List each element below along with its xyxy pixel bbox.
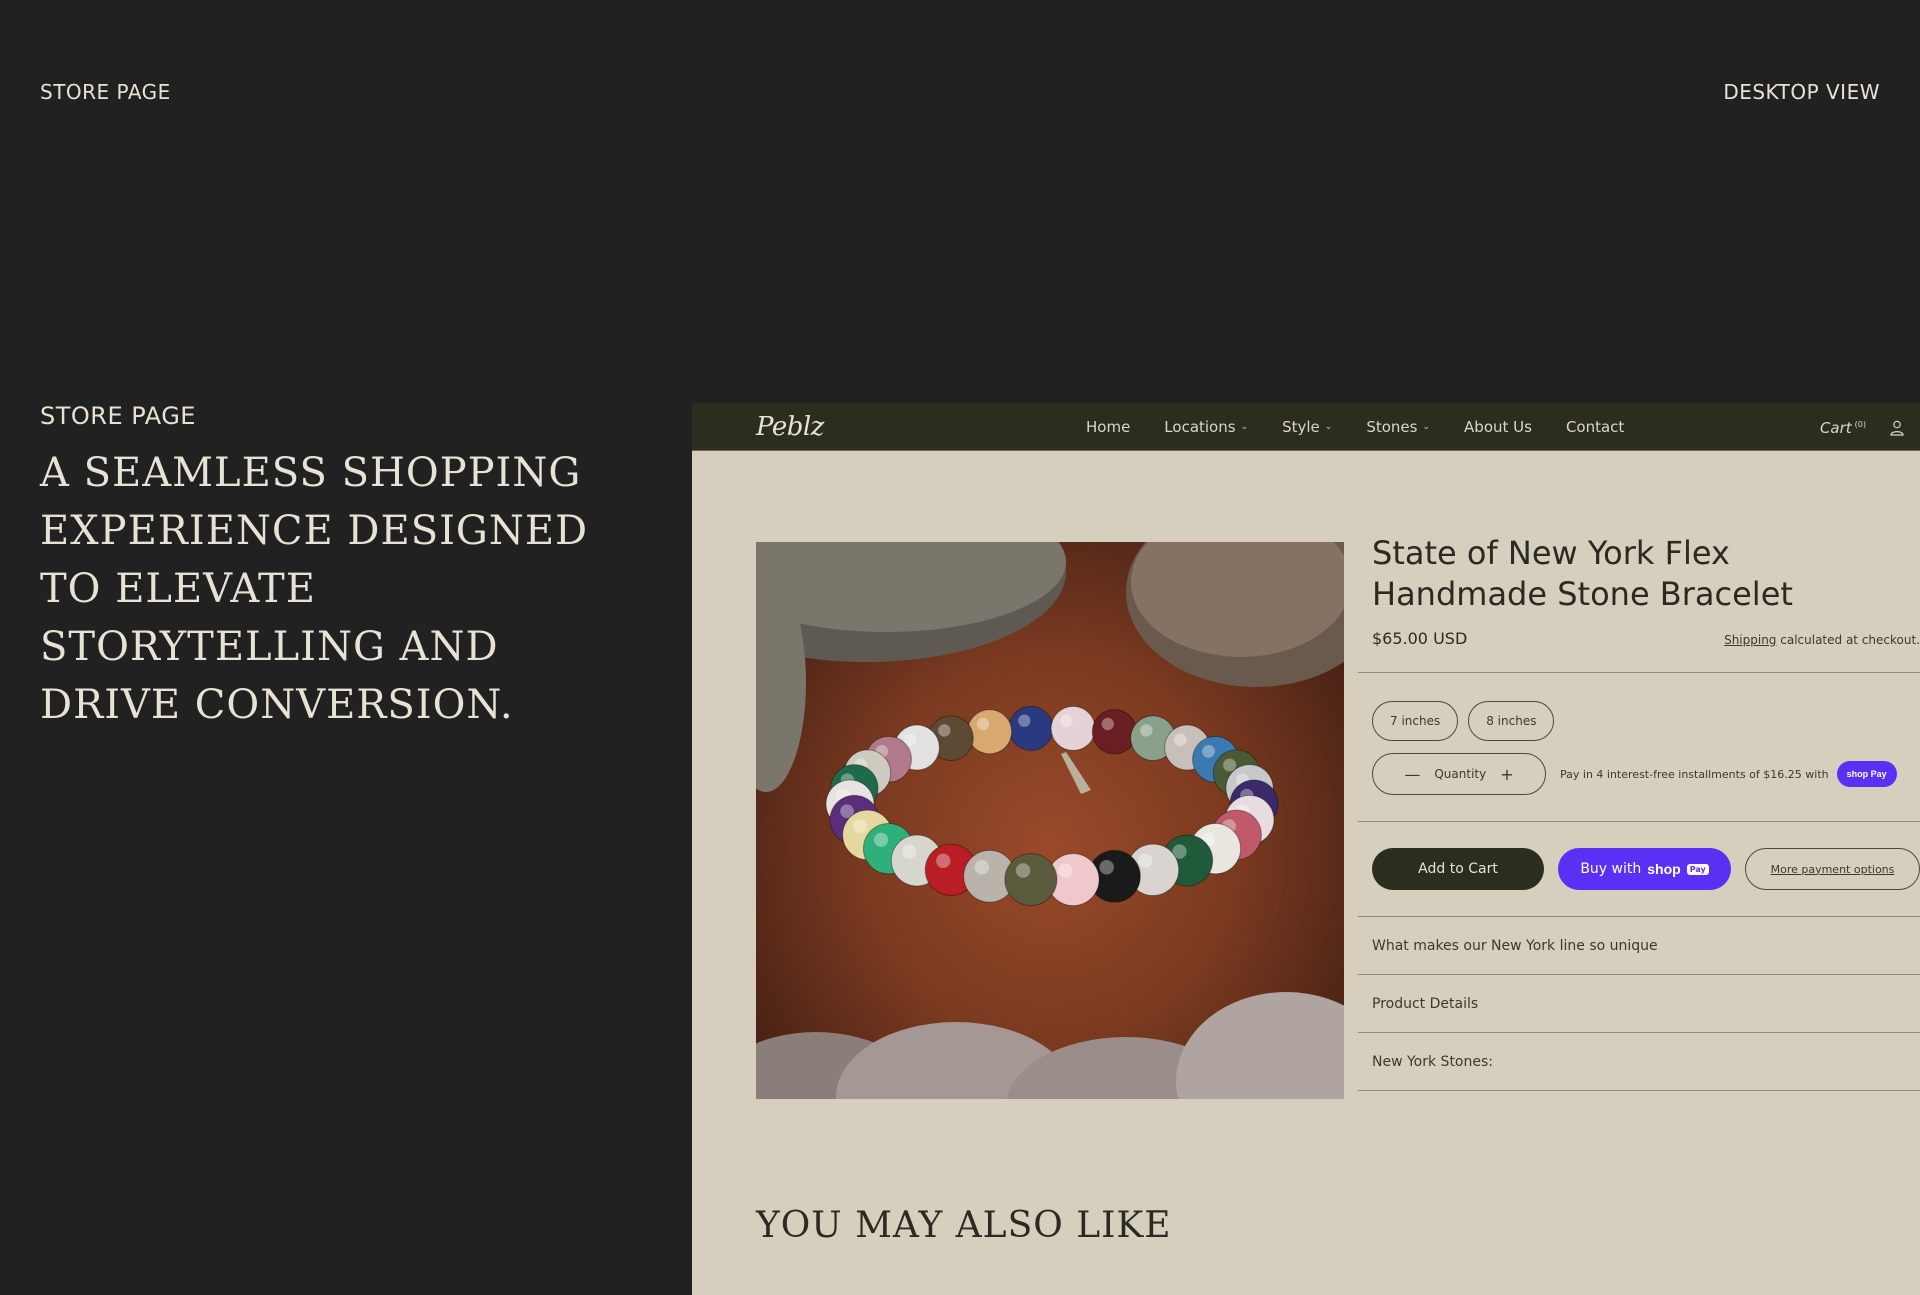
bead <box>1008 705 1054 751</box>
bead <box>966 709 1013 755</box>
store-page-label: STORE PAGE <box>40 80 171 104</box>
bead-highlight <box>1223 758 1237 772</box>
size-option-7[interactable]: 7 inches <box>1372 701 1459 741</box>
bead-highlight <box>1018 714 1031 727</box>
charm-icon <box>1061 752 1091 794</box>
shop-logo-text: shop <box>1647 861 1681 877</box>
size-options: 7 inches 8 inches <box>1372 701 1920 741</box>
accordion-new-york-stones[interactable]: New York Stones: <box>1358 1033 1920 1091</box>
divider <box>1358 672 1920 673</box>
product-title-line: Handmade Stone Bracelet <box>1372 575 1793 613</box>
desktop-view-label: DESKTOP VIEW <box>1723 80 1880 104</box>
shipping-note: Shipping calculated at checkout. <box>1724 633 1920 648</box>
nav-item-style[interactable]: Style ⌄ <box>1282 418 1332 436</box>
nav-item-home[interactable]: Home <box>1086 418 1130 436</box>
plus-icon[interactable]: + <box>1500 765 1513 784</box>
bead <box>1050 705 1096 751</box>
size-option-8[interactable]: 8 inches <box>1468 701 1555 741</box>
cart-link[interactable]: Cart (0) <box>1820 419 1866 437</box>
accordion-product-details[interactable]: Product Details <box>1358 975 1920 1033</box>
bead-highlight <box>873 832 889 847</box>
shipping-text: calculated at checkout. <box>1776 633 1920 647</box>
installments-note: Pay in 4 interest-free installments of $… <box>1560 761 1897 787</box>
chevron-down-icon: ⌄ <box>1422 422 1431 432</box>
headline-line: TO ELEVATE <box>40 566 316 612</box>
nav-item-about[interactable]: About Us <box>1464 418 1532 436</box>
bracelet-beads <box>825 705 1279 907</box>
bead-highlight <box>1015 863 1031 878</box>
headline-line: STORYTELLING AND <box>40 624 499 670</box>
installments-text: Pay in 4 interest-free installments of $… <box>1560 767 1829 781</box>
bead-highlight <box>1099 859 1114 875</box>
bead-highlight <box>938 724 951 737</box>
intro-section: STORE PAGE A SEAMLESS SHOPPING EXPERIENC… <box>40 402 640 734</box>
buy-with-label: Buy with <box>1580 861 1642 877</box>
nav-item-label: Stones <box>1366 418 1418 436</box>
nav-item-label: Home <box>1086 418 1131 436</box>
bead-highlight <box>936 853 951 869</box>
nav-links: Home Locations ⌄ Style ⌄ Stones ⌄ About Us … <box>1086 403 1624 451</box>
buy-with-shoppay-button[interactable]: Buy with shop Pay <box>1558 848 1731 890</box>
intro-eyebrow: STORE PAGE <box>40 402 196 430</box>
bead-highlight <box>1138 853 1153 869</box>
store-logo[interactable]: Peblz <box>756 412 824 442</box>
bead-highlight <box>853 819 867 834</box>
headline-line: A SEAMLESS SHOPPING <box>40 450 582 496</box>
headline-line: EXPERIENCE DESIGNED <box>40 508 589 554</box>
product-title-line: State of New York Flex <box>1372 534 1730 572</box>
more-payment-options-button[interactable]: More payment options <box>1745 848 1920 890</box>
user-icon[interactable] <box>1890 420 1904 436</box>
quantity-label: Quantity <box>1434 767 1487 781</box>
pay-logo-text: Pay <box>1686 863 1709 875</box>
bead <box>1004 853 1058 907</box>
nav-item-label: Style <box>1282 418 1320 436</box>
bead-highlight <box>1140 724 1153 737</box>
chevron-down-icon: ⌄ <box>1324 422 1333 432</box>
quantity-stepper: — Quantity + <box>1372 753 1546 795</box>
product-details: State of New York Flex Handmade Stone Br… <box>1358 533 1920 1091</box>
cart-count: (0) <box>1854 420 1866 429</box>
product-image[interactable] <box>756 542 1344 1099</box>
bead-highlight <box>976 717 990 731</box>
nav-item-locations[interactable]: Locations ⌄ <box>1164 418 1248 436</box>
bead-highlight <box>1174 733 1187 746</box>
minus-icon[interactable]: — <box>1404 765 1420 784</box>
bead-highlight <box>902 844 917 859</box>
nav-item-label: Locations <box>1164 418 1236 436</box>
nav-item-label: Contact <box>1565 418 1625 436</box>
store-page-preview: Peblz Home Locations ⌄ Style ⌄ Stones ⌄ Abo… <box>692 403 1920 1295</box>
add-to-cart-button[interactable]: Add to Cart <box>1372 848 1545 890</box>
quantity-row: — Quantity + Pay in 4 interest-free inst… <box>1372 753 1920 795</box>
divider <box>1358 821 1920 822</box>
nav-item-label: About Us <box>1464 418 1532 436</box>
intro-headline: A SEAMLESS SHOPPING EXPERIENCE DESIGNED … <box>40 444 640 734</box>
cart-label: Cart <box>1819 419 1852 437</box>
store-navbar: Peblz Home Locations ⌄ Style ⌄ Stones ⌄ Abo… <box>692 403 1920 451</box>
product-price: $65.00 USD <box>1372 629 1468 648</box>
you-may-also-like-heading: YOU MAY ALSO LIKE <box>756 1205 1172 1246</box>
bead <box>1091 709 1138 755</box>
shipping-link[interactable]: Shipping <box>1724 633 1776 647</box>
bead-highlight <box>974 859 990 875</box>
bead-highlight <box>1060 714 1073 727</box>
bead-highlight <box>1202 744 1215 758</box>
price-row: $65.00 USD Shipping calculated at checko… <box>1372 629 1920 648</box>
chevron-down-icon: ⌄ <box>1240 422 1249 432</box>
nav-item-stones[interactable]: Stones ⌄ <box>1366 418 1430 436</box>
bead-highlight <box>1101 717 1114 731</box>
purchase-buttons: Add to Cart Buy with shop Pay More payme… <box>1372 848 1920 890</box>
product-title: State of New York Flex Handmade Stone Br… <box>1372 533 1920 615</box>
bead-highlight <box>1058 863 1073 878</box>
shoppay-badge[interactable]: shop Pay <box>1836 761 1897 787</box>
headline-line: DRIVE CONVERSION. <box>40 682 514 728</box>
accordion-unique[interactable]: What makes our New York line so unique <box>1358 917 1920 975</box>
nav-item-contact[interactable]: Contact <box>1566 418 1624 436</box>
